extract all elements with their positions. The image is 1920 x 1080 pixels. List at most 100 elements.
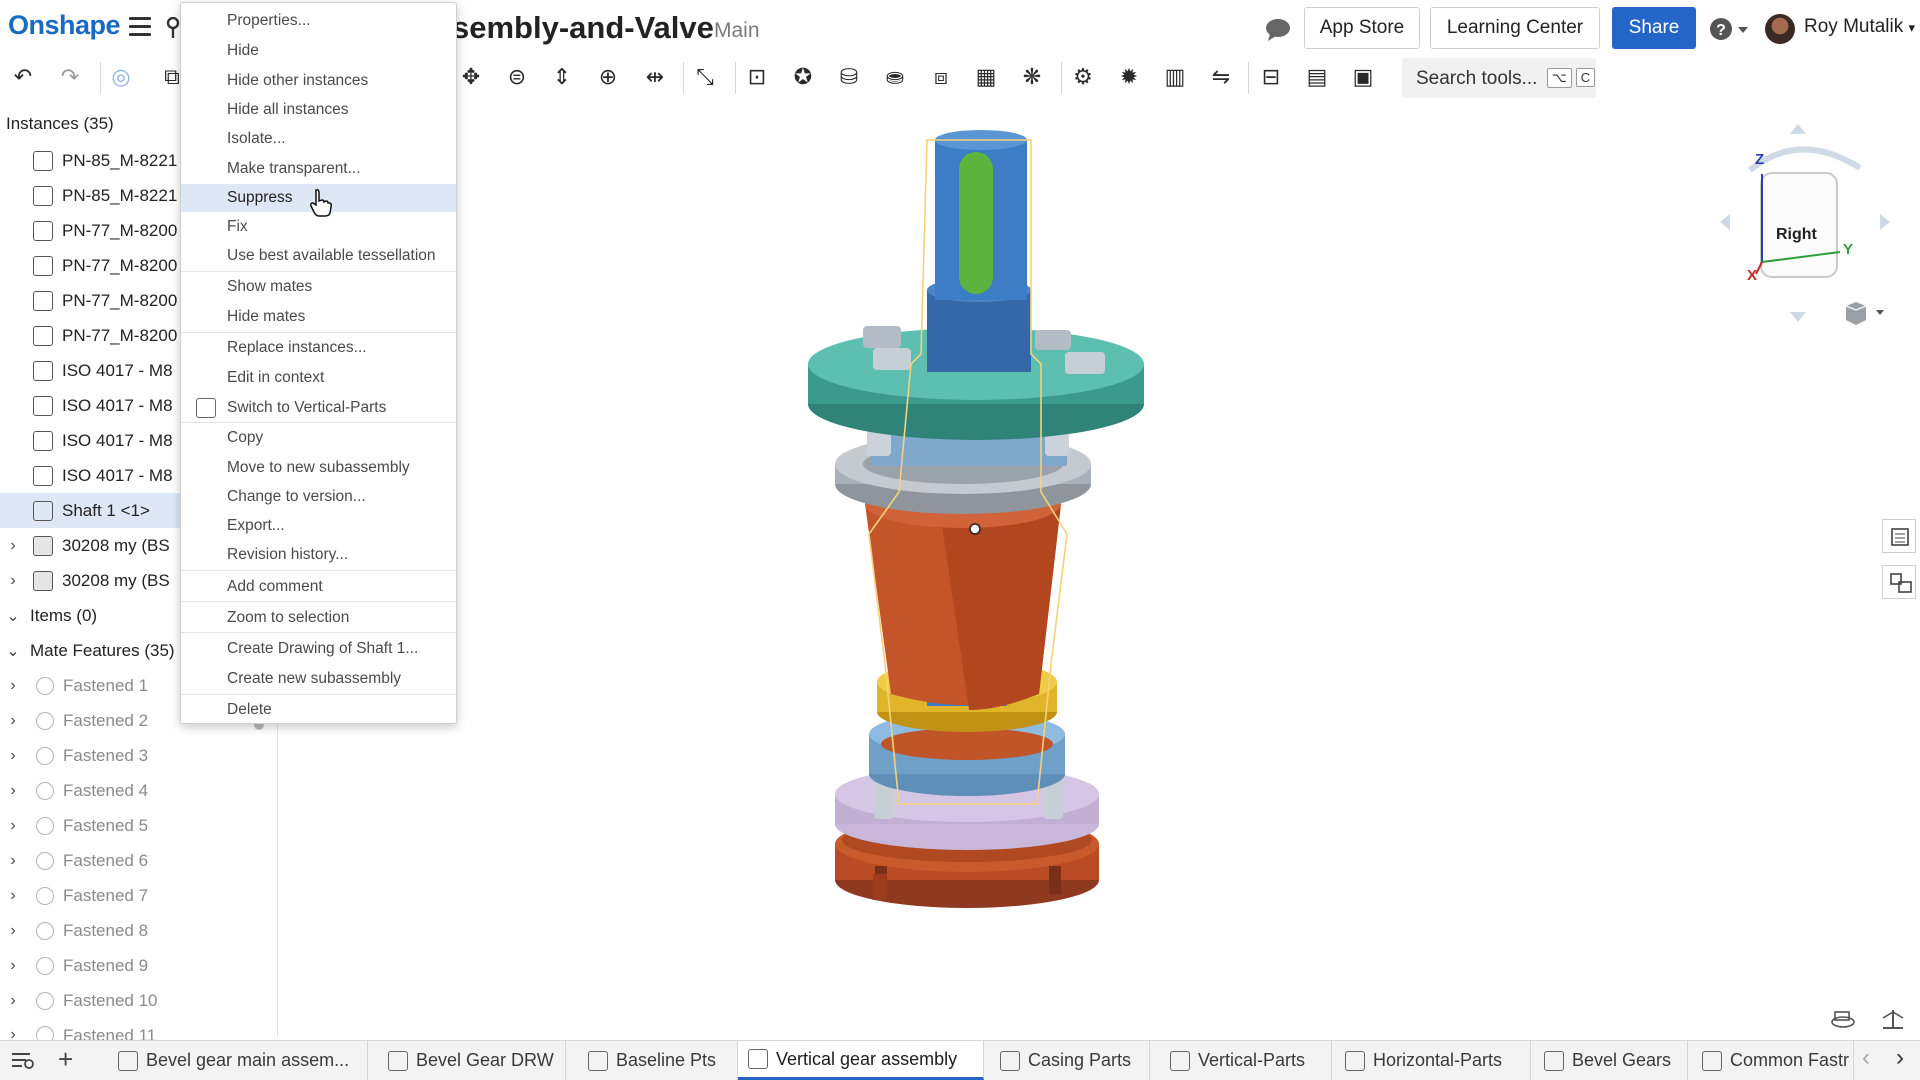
mate-feature-row[interactable]: › Fastened 9: [0, 948, 250, 983]
slider-mate-icon[interactable]: ⇕: [547, 62, 577, 92]
menu-item-create-new-subassembly[interactable]: Create new subassembly: [181, 665, 456, 693]
section-view-icon[interactable]: [1830, 1008, 1856, 1030]
menu-item-add-comment[interactable]: Add comment: [181, 573, 456, 601]
move-icon[interactable]: ✥: [456, 62, 486, 92]
chevron-right-icon[interactable]: ›: [0, 922, 26, 940]
menu-item-move-to-new-subassembly[interactable]: Move to new subassembly: [181, 454, 456, 482]
settings-gear-icon[interactable]: ✹: [1114, 62, 1144, 92]
bom-icon[interactable]: ▣: [1348, 62, 1378, 92]
mate-panel-button[interactable]: [1882, 565, 1916, 599]
tab-baseline-pts[interactable]: Baseline Pts: [578, 1041, 738, 1080]
mate-feature-row[interactable]: › Fastened 10: [0, 983, 250, 1018]
assembly-model[interactable]: [279, 104, 1920, 1040]
menu-item-zoom-to-selection[interactable]: Zoom to selection: [181, 604, 456, 632]
linear-pattern-icon[interactable]: ▦: [971, 62, 1001, 92]
regenerate-icon[interactable]: ◎: [106, 62, 136, 92]
mate-features-header[interactable]: ⌄ Mate Features (35): [0, 633, 174, 668]
mate-feature-row[interactable]: › Fastened 6: [0, 843, 250, 878]
app-store-button[interactable]: App Store: [1304, 7, 1420, 49]
planar-mate-icon[interactable]: ⊕: [593, 62, 623, 92]
user-name[interactable]: Roy Mutalik ▾: [1804, 16, 1915, 38]
mate-connector-icon[interactable]: ⊡: [742, 62, 772, 92]
menu-item-copy[interactable]: Copy: [181, 424, 456, 452]
hamburger-menu-icon[interactable]: [129, 17, 151, 37]
mate-feature-row[interactable]: › Fastened 7: [0, 878, 250, 913]
comments-icon[interactable]: [1264, 18, 1292, 47]
undo-icon[interactable]: ↶: [8, 62, 38, 92]
chevron-right-icon[interactable]: ›: [0, 992, 26, 1010]
learning-center-button[interactable]: Learning Center: [1430, 7, 1600, 49]
chevron-right-icon[interactable]: ›: [0, 817, 26, 835]
add-tab-icon[interactable]: +: [58, 1044, 73, 1075]
menu-item-use-best-tessellation[interactable]: Use best available tessellation: [181, 242, 456, 270]
measure-tool-icon[interactable]: [1880, 1008, 1906, 1030]
menu-item-edit-in-context[interactable]: Edit in context: [181, 364, 456, 392]
items-section-header[interactable]: ⌄ Items (0): [0, 598, 97, 633]
gear-icon[interactable]: ⚙: [1068, 62, 1098, 92]
menu-item-hide-all-instances[interactable]: Hide all instances: [181, 96, 456, 124]
chevron-right-icon[interactable]: ›: [0, 572, 26, 590]
tab-bevel-gear-main-assembly[interactable]: Bevel gear main assem...: [108, 1041, 368, 1080]
chevron-right-icon[interactable]: ›: [0, 957, 26, 975]
menu-item-make-transparent[interactable]: Make transparent...: [181, 155, 456, 183]
menu-item-change-to-version[interactable]: Change to version...: [181, 483, 456, 511]
menu-item-properties[interactable]: Properties...: [181, 7, 456, 35]
chevron-right-icon[interactable]: ›: [0, 747, 26, 765]
mate-feature-row[interactable]: › Fastened 11: [0, 1018, 250, 1040]
exploded-view-icon[interactable]: ▤: [1302, 62, 1332, 92]
avatar[interactable]: [1765, 14, 1795, 44]
menu-item-export[interactable]: Export...: [181, 512, 456, 540]
mate-feature-row[interactable]: › Fastened 8: [0, 913, 250, 948]
menu-item-revision-history[interactable]: Revision history...: [181, 541, 456, 569]
mate-feature-row[interactable]: › Fastened 5: [0, 808, 250, 843]
menu-item-replace-instances[interactable]: Replace instances...: [181, 334, 456, 362]
mate-feature-row[interactable]: › Fastened 3: [0, 738, 250, 773]
menu-item-hide[interactable]: Hide: [181, 37, 456, 65]
menu-item-isolate[interactable]: Isolate...: [181, 125, 456, 153]
chevron-right-icon[interactable]: ›: [0, 782, 26, 800]
chevron-right-icon[interactable]: ›: [0, 852, 26, 870]
share-button[interactable]: Share: [1612, 7, 1696, 49]
document-title[interactable]: sembly-and-Valve: [452, 10, 714, 46]
group-icon[interactable]: ✪: [788, 62, 818, 92]
tab-bevel-gear-drw[interactable]: Bevel Gear DRW: [378, 1041, 566, 1080]
mate-feature-row[interactable]: › Fastened 4: [0, 773, 250, 808]
rack-pinion-icon[interactable]: ⧈: [926, 62, 956, 92]
menu-item-delete[interactable]: Delete: [181, 696, 456, 724]
scroll-tabs-left-icon[interactable]: ‹: [1862, 1044, 1870, 1072]
scroll-tabs-right-icon[interactable]: ›: [1896, 1044, 1904, 1072]
chevron-right-icon[interactable]: ›: [0, 537, 26, 555]
tab-casing-parts[interactable]: Casing Parts: [990, 1041, 1150, 1080]
branch-name[interactable]: Main: [714, 19, 760, 43]
onshape-logo[interactable]: Onshape: [8, 10, 121, 41]
chevron-right-icon[interactable]: ›: [0, 712, 26, 730]
help-icon[interactable]: ?: [1710, 17, 1748, 41]
chevron-right-icon[interactable]: ›: [0, 677, 26, 695]
view-options-icon[interactable]: [1842, 300, 1892, 328]
cylindrical-mate-icon[interactable]: ⇹: [640, 62, 670, 92]
appearance-panel-button[interactable]: [1882, 519, 1916, 553]
search-tools-input[interactable]: Search tools... ⌥ C: [1402, 58, 1596, 98]
tangent-mate-icon[interactable]: ⤡: [690, 62, 720, 92]
tab-common-fasteners[interactable]: Common Fastr: [1692, 1041, 1854, 1080]
menu-item-switch-to-vertical-parts[interactable]: Switch to Vertical-Parts: [181, 394, 456, 422]
revolute-mate-icon[interactable]: ⊜: [502, 62, 532, 92]
replicate-icon[interactable]: ▥: [1160, 62, 1190, 92]
graphics-viewport[interactable]: [279, 104, 1920, 1040]
relation-icon[interactable]: ⛁: [834, 62, 864, 92]
gear-relation-icon[interactable]: ⛂: [880, 62, 910, 92]
menu-item-create-drawing[interactable]: Create Drawing of Shaft 1...: [181, 635, 456, 663]
mirror-icon[interactable]: ⇋: [1206, 62, 1236, 92]
chevron-right-icon[interactable]: ›: [0, 1026, 26, 1040]
chevron-right-icon[interactable]: ›: [0, 887, 26, 905]
tab-vertical-gear-assembly[interactable]: Vertical gear assembly: [738, 1041, 984, 1080]
circular-pattern-icon[interactable]: ❋: [1017, 62, 1047, 92]
measure-icon[interactable]: ⊟: [1256, 62, 1286, 92]
menu-item-show-mates[interactable]: Show mates: [181, 273, 456, 301]
instances-header[interactable]: Instances (35): [6, 114, 114, 134]
tab-vertical-parts[interactable]: Vertical-Parts: [1160, 1041, 1332, 1080]
menu-item-hide-other-instances[interactable]: Hide other instances: [181, 67, 456, 95]
tab-bevel-gears[interactable]: Bevel Gears: [1534, 1041, 1688, 1080]
tab-horizontal-parts[interactable]: Horizontal-Parts: [1335, 1041, 1531, 1080]
filter-tabs-icon[interactable]: [10, 1050, 36, 1070]
